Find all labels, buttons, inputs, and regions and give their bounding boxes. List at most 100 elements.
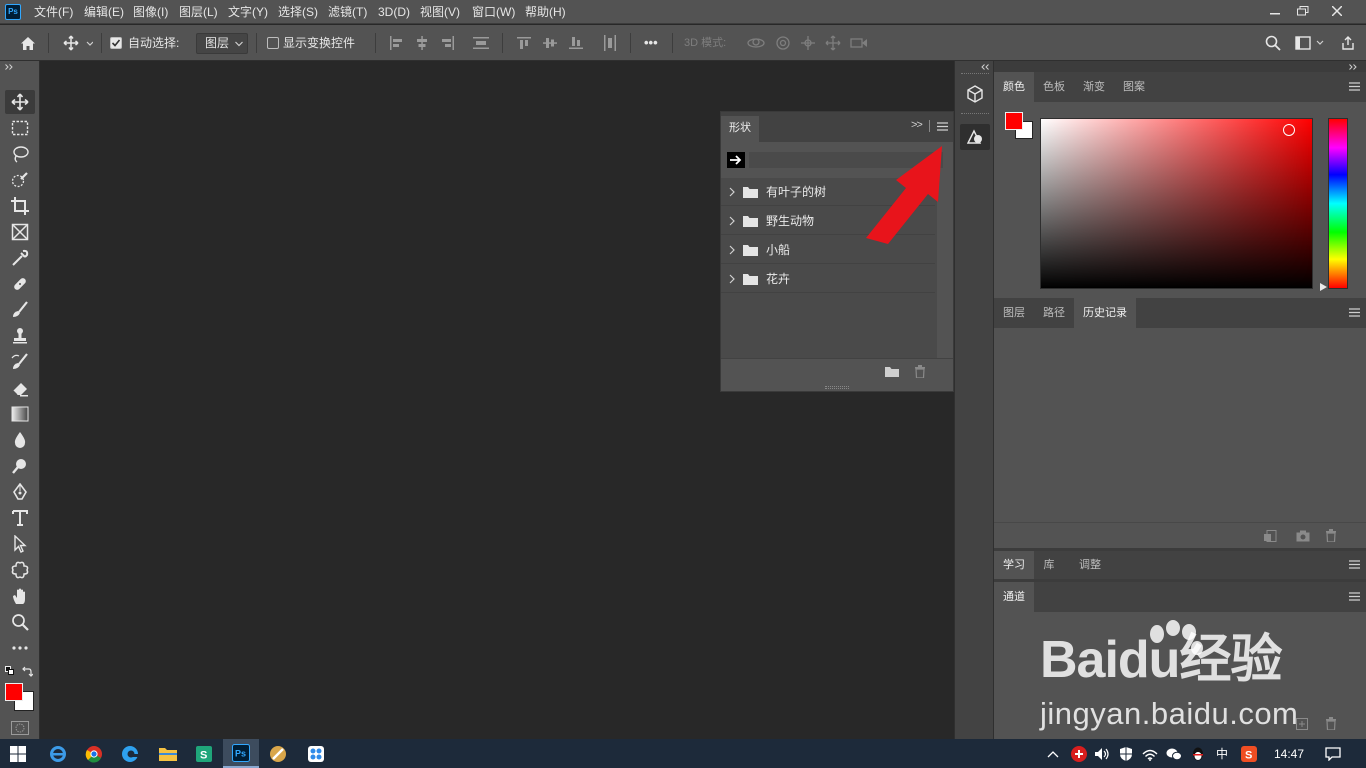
eraser-tool[interactable]	[5, 376, 35, 400]
menu-view[interactable]: 视图(V)	[420, 0, 460, 24]
tray-ime-mode[interactable]: 中	[1212, 739, 1232, 768]
search-button[interactable]	[1262, 25, 1284, 61]
brush-tool[interactable]	[5, 298, 35, 322]
shapes-panel-button[interactable]	[960, 124, 990, 150]
tray-wechat[interactable]	[1164, 739, 1184, 768]
tab-gradients[interactable]: 渐变	[1074, 72, 1114, 102]
pen-tool[interactable]	[5, 480, 35, 504]
tab-swatches[interactable]: 色板	[1034, 72, 1074, 102]
edit-toolbar-button[interactable]	[5, 636, 35, 660]
list-item[interactable]: 花卉	[721, 265, 935, 293]
dodge-tool[interactable]	[5, 454, 35, 478]
tab-shapes[interactable]: 形状	[721, 116, 759, 142]
close-button[interactable]	[1320, 0, 1354, 22]
3d-drag-button[interactable]	[797, 25, 819, 61]
taskbar-chrome[interactable]	[76, 739, 112, 768]
align-middle-button[interactable]	[540, 25, 560, 61]
expand-toolbar-icon[interactable]	[5, 64, 15, 70]
restore-button[interactable]	[1286, 0, 1320, 22]
align-right-button[interactable]	[438, 25, 458, 61]
quick-selection-tool[interactable]	[5, 168, 35, 192]
clone-stamp-tool[interactable]	[5, 324, 35, 348]
blur-tool[interactable]	[5, 428, 35, 452]
taskbar-wps-sheets[interactable]: S	[186, 739, 222, 768]
tray-security-center[interactable]	[1116, 739, 1136, 768]
hue-slider-handle[interactable]	[1320, 283, 1328, 291]
swap-colors-icon[interactable]	[22, 666, 33, 677]
taskbar-app-brush[interactable]	[260, 739, 296, 768]
lasso-tool[interactable]	[5, 142, 35, 166]
tray-security-app[interactable]	[1068, 739, 1090, 768]
hand-tool[interactable]	[5, 584, 35, 608]
tab-layers[interactable]: 图层	[994, 298, 1034, 328]
panel-menu-icon[interactable]	[1349, 560, 1360, 569]
distribute-v-button[interactable]	[600, 25, 620, 61]
crop-tool[interactable]	[5, 194, 35, 218]
menu-edit[interactable]: 编辑(E)	[84, 0, 124, 24]
3d-orbit-button[interactable]	[745, 25, 767, 61]
color-picker-handle[interactable]	[1283, 124, 1295, 136]
tab-learn[interactable]: 学习	[994, 551, 1034, 579]
marquee-tool[interactable]	[5, 116, 35, 140]
workspace-switcher[interactable]	[1292, 25, 1328, 61]
custom-shape-tool[interactable]	[5, 558, 35, 582]
panel-menu-icon[interactable]	[937, 122, 948, 131]
expand-arrow-button[interactable]	[727, 152, 745, 168]
new-group-folder-icon[interactable]	[885, 366, 899, 377]
auto-select-target-dropdown[interactable]: 图层	[196, 33, 248, 54]
show-hidden-icons-button[interactable]	[1043, 739, 1063, 768]
eyedropper-tool[interactable]	[5, 246, 35, 270]
start-button[interactable]	[0, 739, 36, 768]
3d-roll-button[interactable]	[772, 25, 794, 61]
type-tool[interactable]	[5, 506, 35, 530]
tray-volume[interactable]	[1092, 739, 1112, 768]
tray-network[interactable]	[1140, 739, 1160, 768]
taskbar-app-network[interactable]	[298, 739, 334, 768]
tray-clock[interactable]: 14:47	[1266, 739, 1312, 768]
taskbar-photoshop[interactable]: Ps	[223, 739, 259, 768]
foreground-color-swatch[interactable]	[1005, 112, 1023, 130]
panel-menu-icon[interactable]	[1349, 592, 1360, 601]
align-bottom-button[interactable]	[566, 25, 586, 61]
dock-grip[interactable]	[961, 113, 989, 116]
expand-dock-icon[interactable]	[1349, 64, 1359, 70]
default-colors-icon[interactable]	[5, 666, 15, 676]
tab-adjustments[interactable]: 调整	[1070, 551, 1110, 579]
tab-libraries[interactable]: 库	[1034, 551, 1064, 579]
collapse-panel-button[interactable]: >>	[911, 119, 923, 131]
menu-type[interactable]: 文字(Y)	[228, 0, 268, 24]
taskbar-ie[interactable]	[40, 739, 76, 768]
path-selection-tool[interactable]	[5, 532, 35, 556]
new-document-from-state-icon[interactable]	[1264, 530, 1278, 542]
menu-filter[interactable]: 滤镜(T)	[328, 0, 367, 24]
auto-select-checkbox[interactable]	[110, 37, 122, 49]
more-options-button[interactable]: •••	[644, 25, 658, 61]
3d-panel-button[interactable]	[961, 81, 989, 107]
panel-menu-icon[interactable]	[1349, 308, 1360, 317]
menu-help[interactable]: 帮助(H)	[525, 0, 566, 24]
frame-tool[interactable]	[5, 220, 35, 244]
menu-file[interactable]: 文件(F)	[34, 0, 73, 24]
tray-qq[interactable]	[1188, 739, 1208, 768]
action-center-button[interactable]	[1318, 739, 1348, 768]
home-button[interactable]	[16, 25, 40, 61]
menu-image[interactable]: 图像(I)	[133, 0, 168, 24]
menu-3d[interactable]: 3D(D)	[378, 0, 410, 24]
trash-icon[interactable]	[1325, 717, 1337, 730]
share-button[interactable]	[1336, 25, 1360, 61]
camera-icon[interactable]	[1296, 530, 1310, 542]
align-center-h-button[interactable]	[412, 25, 432, 61]
gradient-tool[interactable]	[5, 402, 35, 426]
tab-history[interactable]: 历史记录	[1074, 298, 1136, 328]
menu-layer[interactable]: 图层(L)	[179, 0, 218, 24]
show-transform-checkbox[interactable]	[267, 37, 279, 49]
panel-menu-icon[interactable]	[1349, 82, 1360, 91]
saturation-brightness-field[interactable]	[1040, 118, 1313, 289]
trash-icon[interactable]	[1325, 529, 1337, 542]
trash-icon[interactable]	[914, 365, 926, 378]
move-tool-preset[interactable]	[58, 25, 98, 61]
tab-channels[interactable]: 通道	[994, 582, 1034, 612]
align-left-button[interactable]	[386, 25, 406, 61]
3d-scale-button[interactable]	[848, 25, 870, 61]
tab-color[interactable]: 颜色	[994, 72, 1034, 102]
